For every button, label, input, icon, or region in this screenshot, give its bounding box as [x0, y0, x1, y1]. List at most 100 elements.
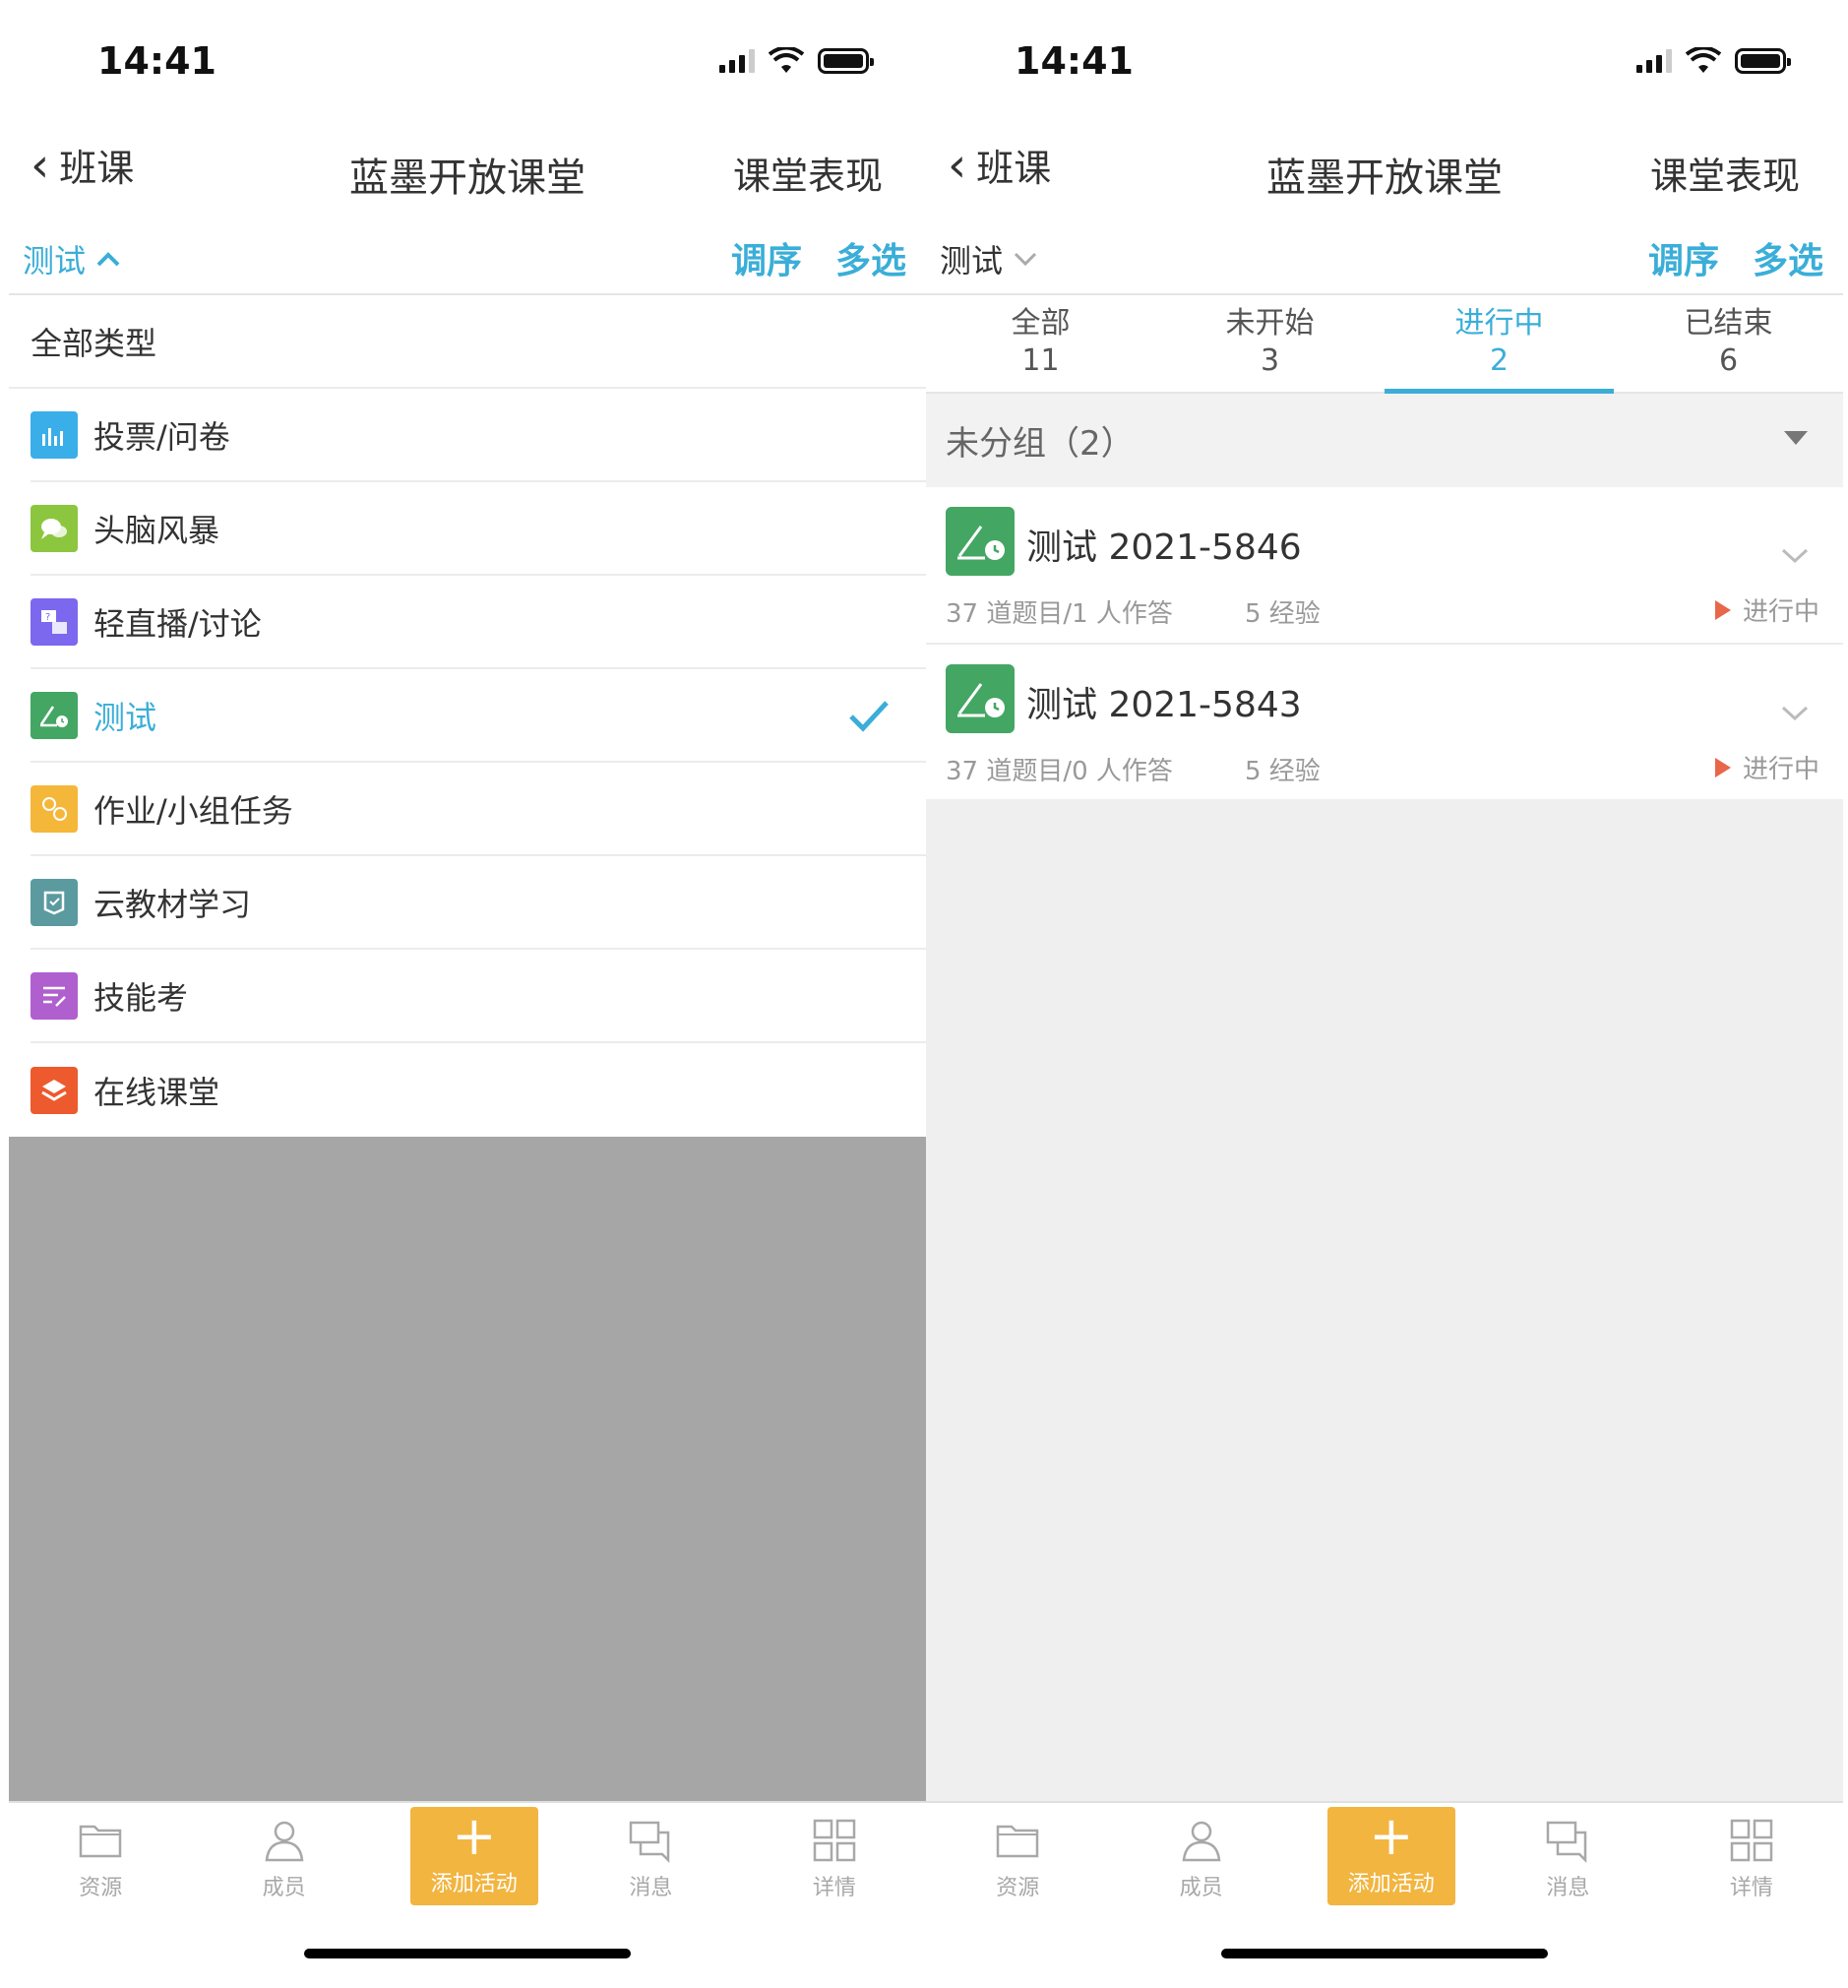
status-bar: 14:41 [9, 0, 926, 118]
type-item-brainstorm[interactable]: 头脑风暴 [31, 482, 926, 576]
status-icons [1636, 47, 1791, 75]
type-filter-dropdown[interactable]: 测试 [23, 236, 121, 281]
class-performance-link[interactable]: 课堂表现 [733, 146, 883, 200]
test-icon [946, 664, 1015, 733]
type-filter-label: 测试 [23, 242, 87, 280]
reorder-button[interactable]: 调序 [1648, 232, 1719, 283]
empty-list-area [926, 799, 1843, 1801]
tab-label: 详情 [812, 1876, 856, 1900]
activity-exp: 5 经验 [1245, 757, 1321, 786]
tab-finished[interactable]: 已结束 6 [1614, 295, 1843, 392]
activity-meta: 37 道题目/1 人作答 [946, 599, 1173, 629]
tab-not-started[interactable]: 未开始 3 [1155, 295, 1385, 392]
type-item-online-class[interactable]: 在线课堂 [31, 1043, 926, 1137]
tab-label: 未开始 [1225, 306, 1315, 341]
add-activity-button[interactable]: + 添加活动 [376, 1803, 559, 1909]
play-icon [1714, 599, 1731, 620]
type-item-label: 头脑风暴 [93, 511, 220, 549]
left-screen: 14:41 ‹ 班课 蓝墨开放课堂 课堂表现 测试 调序 多选 全部类型 投票/… [9, 0, 926, 1988]
nav-bar: ‹ 班课 蓝墨开放课堂 课堂表现 [9, 118, 926, 217]
add-activity-label: 添加活动 [1347, 1872, 1435, 1896]
group-label: 未分组（2） [946, 424, 1135, 464]
tab-label: 进行中 [1454, 306, 1544, 341]
chevron-down-icon [1014, 252, 1037, 267]
status-icons [719, 47, 874, 75]
test-icon [946, 507, 1015, 576]
tab-all[interactable]: 全部 11 [926, 295, 1155, 392]
folder-icon [996, 1825, 1039, 1858]
tab-count: 3 [1260, 343, 1280, 378]
type-item-label: 轻直播/讨论 [93, 604, 262, 643]
activity-exp: 5 经验 [1245, 599, 1321, 629]
activity-title: 测试 2021-5843 [1026, 685, 1302, 725]
tab-in-progress[interactable]: 进行中 2 [1385, 295, 1614, 394]
tab-resources[interactable]: 资源 [926, 1803, 1109, 1909]
tab-label: 详情 [1729, 1876, 1773, 1900]
tab-details[interactable]: 详情 [743, 1803, 926, 1909]
type-item-test[interactable]: 测试 [31, 669, 926, 763]
type-item-label: 全部类型 [31, 324, 157, 362]
person-icon [1182, 1821, 1221, 1862]
group-header[interactable]: 未分组（2） [926, 394, 1843, 487]
dim-overlay[interactable] [9, 1137, 926, 1801]
status-time: 14:41 [97, 39, 216, 83]
svg-text:?: ? [45, 612, 50, 623]
type-item-vote[interactable]: 投票/问卷 [31, 389, 926, 482]
tab-label: 全部 [1011, 306, 1071, 341]
tab-messages[interactable]: 消息 [1476, 1803, 1659, 1909]
wifi-icon [1686, 47, 1721, 73]
caret-down-icon [1784, 431, 1808, 445]
tab-resources[interactable]: 资源 [9, 1803, 192, 1909]
tab-label: 消息 [1546, 1876, 1590, 1900]
reorder-button[interactable]: 调序 [731, 232, 802, 283]
tab-members[interactable]: 成员 [1109, 1803, 1292, 1909]
tab-label: 成员 [1179, 1876, 1223, 1900]
activity-status-label: 进行中 [1742, 755, 1819, 784]
filter-bar: 测试 调序 多选 [926, 217, 1843, 295]
multiselect-button[interactable]: 多选 [835, 232, 906, 283]
type-item-skill-exam[interactable]: 技能考 [31, 950, 926, 1043]
bar-chart-icon [31, 410, 78, 459]
cloud-book-icon [31, 878, 78, 926]
tab-members[interactable]: 成员 [192, 1803, 375, 1909]
homework-icon [31, 784, 78, 833]
type-item-label: 作业/小组任务 [93, 791, 293, 830]
folder-icon [79, 1825, 122, 1858]
grid-icon [813, 1819, 856, 1862]
type-item-all[interactable]: 全部类型 [9, 295, 926, 389]
class-performance-link[interactable]: 课堂表现 [1650, 146, 1800, 200]
activity-item[interactable]: 测试 2021-5843 37 道题目/0 人作答 5 经验 进行中 [926, 645, 1843, 802]
status-bar: 14:41 [926, 0, 1843, 118]
multiselect-button[interactable]: 多选 [1753, 232, 1823, 283]
type-item-cloud-textbook[interactable]: 云教材学习 [31, 856, 926, 950]
home-indicator [304, 1949, 631, 1958]
type-item-discussion[interactable]: ? 轻直播/讨论 [31, 576, 926, 669]
type-item-label: 技能考 [93, 978, 189, 1017]
tab-details[interactable]: 详情 [1660, 1803, 1843, 1909]
type-item-homework[interactable]: 作业/小组任务 [31, 763, 926, 856]
signal-icon [719, 49, 755, 73]
tab-label: 资源 [79, 1876, 123, 1900]
play-icon [1714, 757, 1731, 777]
skill-exam-icon [31, 971, 78, 1020]
chevron-down-icon[interactable] [1780, 704, 1810, 723]
plus-icon: + [452, 1805, 497, 1867]
chat-icon [1547, 1821, 1587, 1864]
activity-status: 进行中 [1714, 749, 1819, 785]
filter-bar: 测试 调序 多选 [9, 217, 926, 295]
tab-label: 已结束 [1684, 306, 1773, 341]
tab-count: 6 [1718, 343, 1739, 378]
chevron-down-icon[interactable] [1780, 546, 1810, 566]
add-activity-button[interactable]: + 添加活动 [1293, 1803, 1476, 1909]
bottom-tab-bar: 资源 成员 + 添加活动 消息 详情 [926, 1801, 1843, 1909]
tab-messages[interactable]: 消息 [559, 1803, 742, 1909]
chat-icon [630, 1821, 670, 1864]
person-icon [265, 1821, 304, 1862]
tab-count: 11 [1021, 343, 1060, 378]
type-filter-dropdown[interactable]: 测试 [940, 236, 1038, 281]
brainstorm-icon [31, 504, 78, 552]
activity-status-label: 进行中 [1742, 597, 1819, 627]
battery-icon [818, 48, 874, 74]
checkmark-icon [849, 701, 889, 732]
activity-item[interactable]: 测试 2021-5846 37 道题目/1 人作答 5 经验 进行中 [926, 487, 1843, 645]
